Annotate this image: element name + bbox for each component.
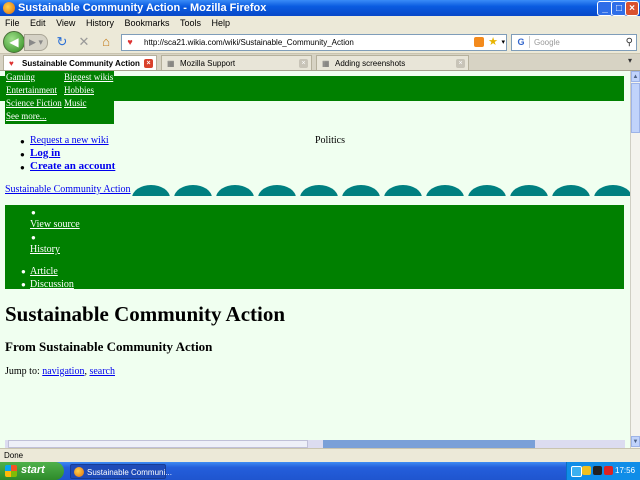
- wiki-categories-menu: Gaming Entertainment Science Fiction Big…: [5, 71, 114, 124]
- menu-history[interactable]: History: [86, 16, 114, 30]
- tab-list-icon[interactable]: ▾: [628, 56, 638, 68]
- jump-navigation-link[interactable]: navigation: [42, 366, 84, 377]
- see-more-link[interactable]: See more...: [6, 111, 47, 121]
- page-subtitle: From Sustainable Community Action: [5, 339, 213, 354]
- clock: 17:56: [615, 466, 636, 475]
- tab-sustainable-community-action[interactable]: ♥ Sustainable Community Action ×: [3, 55, 157, 70]
- tab-strip: ♥ Sustainable Community Action × ▦ Mozil…: [0, 54, 640, 71]
- firefox-icon: [74, 467, 84, 477]
- window-title: Sustainable Community Action - Mozilla F…: [18, 2, 267, 14]
- tab-label: Adding screenshots: [335, 59, 406, 68]
- search-bar[interactable]: G Google ⚲: [511, 34, 637, 51]
- history-link[interactable]: History: [30, 244, 60, 255]
- taskbar-firefox-item[interactable]: Sustainable Communi...: [70, 464, 172, 479]
- bullet: ●: [31, 233, 36, 242]
- system-tray: 17:56: [566, 462, 640, 480]
- rss-feed-icon[interactable]: [474, 37, 484, 47]
- magnifier-icon[interactable]: ⚲: [626, 35, 633, 50]
- navigation-toolbar: ◀ ▶ ▾ ↻ ✕ ⌂ ♥ http://sca21.wikia.com/wik…: [0, 30, 640, 54]
- politics-label: Politics: [315, 135, 346, 146]
- content-bottom-panel: [8, 440, 308, 448]
- bullet: ●: [20, 163, 25, 172]
- windows-logo-icon: [5, 465, 17, 477]
- security-icon[interactable]: [582, 466, 591, 475]
- start-label: start: [21, 464, 45, 476]
- search-placeholder: Google: [534, 38, 560, 47]
- menu-edit[interactable]: Edit: [30, 16, 46, 30]
- article-link[interactable]: Article: [30, 266, 58, 277]
- scroll-up-icon[interactable]: ▲: [631, 71, 640, 82]
- bullet: ●: [20, 137, 25, 146]
- window-titlebar[interactable]: Sustainable Community Action - Mozilla F…: [0, 0, 640, 16]
- forward-button[interactable]: ▶ ▾: [24, 34, 48, 51]
- antivirus-icon[interactable]: [604, 466, 613, 475]
- tab-close-icon[interactable]: ×: [456, 59, 465, 68]
- page-content: Gaming Entertainment Science Fiction Big…: [0, 71, 630, 448]
- category-link[interactable]: Science Fiction: [6, 98, 62, 108]
- jump-search-link[interactable]: search: [89, 366, 115, 377]
- url-dropdown-icon[interactable]: ▾: [501, 35, 505, 50]
- tab-close-icon[interactable]: ×: [144, 59, 153, 68]
- page-actions-bar: ● View source ● History ● Article ● Disc…: [5, 205, 624, 290]
- category-link[interactable]: Entertainment: [6, 85, 57, 95]
- menu-help[interactable]: Help: [212, 16, 231, 30]
- stop-icon[interactable]: ✕: [76, 34, 92, 50]
- back-button[interactable]: ◀: [3, 31, 25, 53]
- tab-close-icon[interactable]: ×: [299, 59, 308, 68]
- taskbar-item-label: Sustainable Communi...: [87, 468, 172, 477]
- view-source-link[interactable]: View source: [30, 219, 80, 230]
- vertical-scrollbar[interactable]: ▲ ▼: [630, 71, 640, 448]
- category-link[interactable]: Music: [64, 98, 87, 108]
- tab-favicon: ▦: [322, 59, 330, 68]
- tab-favicon: ▦: [167, 59, 175, 68]
- category-link[interactable]: Hobbies: [64, 85, 94, 95]
- site-name-link[interactable]: Sustainable Community Action: [5, 184, 131, 195]
- tab-label: Sustainable Community Action: [22, 59, 140, 68]
- network-icon[interactable]: [571, 466, 582, 477]
- bullet: ●: [21, 280, 26, 289]
- bullet: ●: [31, 208, 36, 217]
- category-link[interactable]: Biggest wikis: [64, 72, 113, 82]
- search-engine-icon[interactable]: G: [513, 36, 530, 48]
- home-icon[interactable]: ⌂: [98, 34, 114, 50]
- tab-label: Mozilla Support: [180, 59, 236, 68]
- jump-to-label: Jump to:: [5, 366, 40, 377]
- tab-mozilla-support[interactable]: ▦ Mozilla Support ×: [161, 55, 312, 70]
- menu-bar: File Edit View History Bookmarks Tools H…: [0, 16, 640, 30]
- site-favicon: ♥: [127, 37, 133, 47]
- reload-icon[interactable]: ↻: [54, 34, 70, 50]
- scroll-thumb[interactable]: [631, 83, 640, 133]
- discussion-link[interactable]: Discussion: [30, 279, 74, 290]
- request-wiki-link[interactable]: Request a new wiki: [30, 135, 109, 146]
- url-text: http://sca21.wikia.com/wiki/Sustainable_…: [144, 38, 354, 47]
- create-account-link[interactable]: Create an account: [30, 160, 115, 172]
- category-link[interactable]: Gaming: [6, 72, 35, 82]
- bullet: ●: [21, 267, 26, 276]
- menu-tools[interactable]: Tools: [180, 16, 201, 30]
- jump-separator: ,: [84, 366, 87, 377]
- menu-file[interactable]: File: [5, 16, 20, 30]
- content-bottom-bar: [323, 440, 535, 448]
- bookmark-star-icon[interactable]: ★: [488, 35, 498, 50]
- login-link[interactable]: Log in: [30, 147, 60, 159]
- firefox-icon: [3, 2, 15, 14]
- menu-bookmarks[interactable]: Bookmarks: [124, 16, 169, 30]
- tab-adding-screenshots[interactable]: ▦ Adding screenshots ×: [316, 55, 469, 70]
- volume-icon[interactable]: [593, 466, 602, 475]
- tab-favicon: ♥: [9, 59, 14, 68]
- bullet: ●: [20, 150, 25, 159]
- status-bar: Done: [0, 448, 640, 463]
- close-button[interactable]: ×: [625, 1, 639, 16]
- start-button[interactable]: start: [0, 462, 64, 480]
- menu-view[interactable]: View: [56, 16, 75, 30]
- page-title: Sustainable Community Action: [5, 302, 286, 326]
- jump-to: Jump to: navigation, search: [5, 366, 115, 377]
- url-bar[interactable]: ♥ http://sca21.wikia.com/wiki/Sustainabl…: [121, 34, 507, 51]
- scroll-down-icon[interactable]: ▼: [631, 436, 640, 447]
- status-text: Done: [4, 451, 24, 460]
